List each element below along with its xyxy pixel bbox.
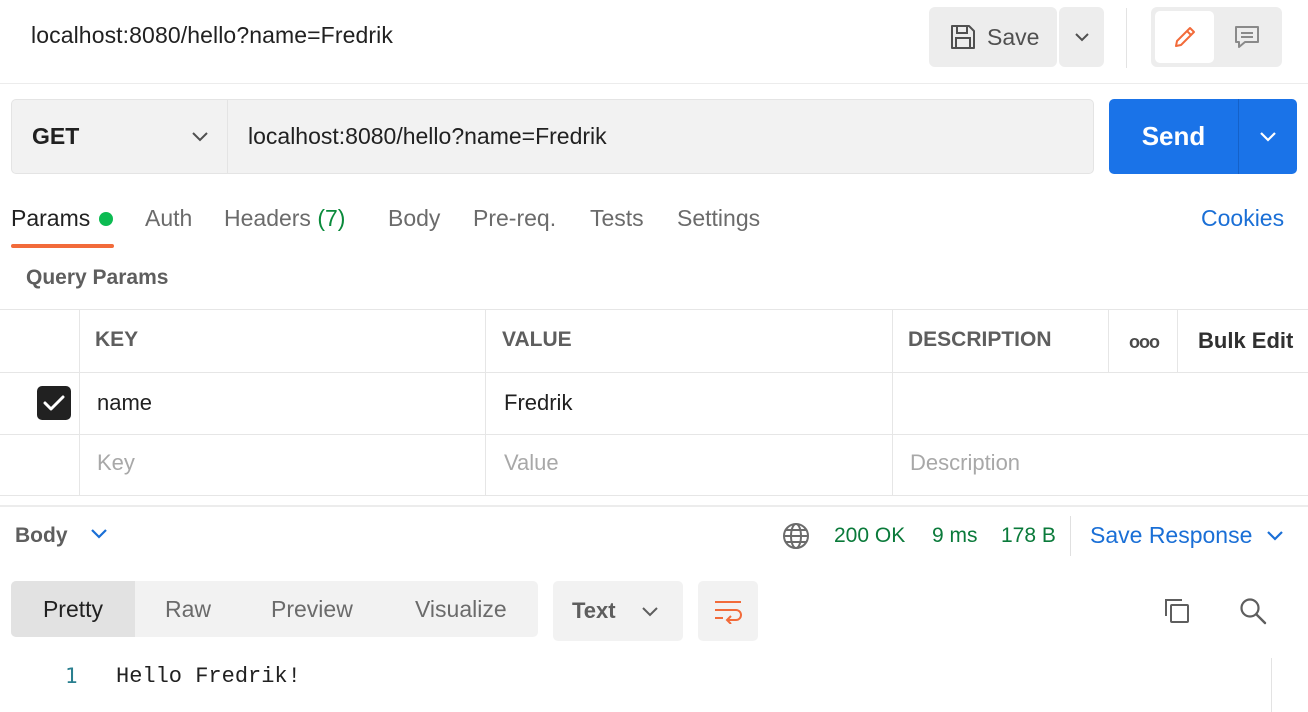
- params-indicator-dot: [99, 211, 114, 226]
- table-row-border: [0, 434, 1308, 435]
- new-value-input[interactable]: Value: [504, 450, 559, 476]
- response-pane-divider[interactable]: [0, 505, 1308, 507]
- tab-body[interactable]: Body: [388, 205, 440, 232]
- chevron-down-icon: [1074, 33, 1089, 42]
- chevron-down-icon: [642, 606, 658, 616]
- more-options-icon[interactable]: ooo: [1129, 332, 1160, 353]
- save-label: Save: [987, 23, 1040, 50]
- table-top-border: [0, 309, 1308, 310]
- toolbar-divider: [1126, 8, 1127, 68]
- tab-headers[interactable]: Headers (7): [224, 205, 345, 232]
- response-size[interactable]: 178 B: [1001, 524, 1056, 548]
- param-value-cell[interactable]: Fredrik: [504, 390, 572, 416]
- chevron-down-icon: [1260, 132, 1276, 142]
- edit-mode-button[interactable]: [1155, 11, 1214, 63]
- active-tab-underline: [11, 244, 114, 248]
- tab-settings[interactable]: Settings: [677, 205, 760, 232]
- headers-count-badge: (7): [317, 205, 346, 231]
- copy-icon[interactable]: [1162, 596, 1192, 626]
- param-enabled-checkbox[interactable]: [37, 386, 71, 420]
- header-divider: [0, 83, 1308, 84]
- column-header-value: VALUE: [502, 328, 572, 351]
- cookies-link[interactable]: Cookies: [1201, 205, 1284, 232]
- tab-prereq[interactable]: Pre-req.: [473, 205, 556, 232]
- response-toolbar-divider: [1070, 516, 1071, 556]
- method-select[interactable]: GET: [11, 99, 227, 174]
- view-tab-pretty[interactable]: Pretty: [11, 581, 135, 637]
- tab-params[interactable]: Params: [11, 205, 114, 232]
- method-label: GET: [32, 123, 80, 149]
- column-header-description: DESCRIPTION: [908, 328, 1052, 351]
- tab-headers-label: Headers: [224, 205, 311, 231]
- request-title[interactable]: localhost:8080/hello?name=Fredrik: [31, 22, 393, 49]
- column-header-key: KEY: [95, 328, 139, 351]
- tab-params-label: Params: [11, 205, 91, 231]
- column-divider: [485, 309, 486, 496]
- pencil-icon: [1174, 27, 1195, 47]
- code-line[interactable]: Hello Fredrik!: [116, 664, 301, 689]
- response-status[interactable]: 200 OK: [834, 524, 905, 548]
- view-tab-raw[interactable]: Raw: [165, 596, 211, 623]
- column-divider: [892, 309, 893, 496]
- comments-mode-button[interactable]: [1217, 11, 1276, 63]
- response-body-dropdown[interactable]: Body: [15, 524, 68, 548]
- search-icon[interactable]: [1238, 596, 1268, 626]
- save-button[interactable]: Save: [929, 7, 1057, 67]
- scrollbar-track[interactable]: [1271, 658, 1272, 712]
- save-response-button[interactable]: Save Response: [1090, 522, 1284, 549]
- wrap-lines-icon: [715, 601, 742, 624]
- column-divider: [1108, 309, 1109, 373]
- checkmark-icon: [43, 395, 65, 411]
- wrap-lines-button[interactable]: [698, 581, 758, 641]
- query-params-heading: Query Params: [26, 266, 169, 289]
- send-options-button[interactable]: [1238, 99, 1297, 174]
- globe-icon[interactable]: [782, 522, 810, 550]
- save-response-label: Save Response: [1090, 522, 1253, 548]
- response-time[interactable]: 9 ms: [932, 524, 978, 548]
- new-description-input[interactable]: Description: [910, 450, 1020, 476]
- comment-icon: [1234, 26, 1259, 48]
- bulk-edit-button[interactable]: Bulk Edit: [1198, 328, 1293, 354]
- chevron-down-icon: [192, 132, 208, 142]
- url-input[interactable]: localhost:8080/hello?name=Fredrik: [227, 99, 1094, 174]
- line-number: 1: [65, 664, 78, 688]
- view-tab-preview[interactable]: Preview: [271, 596, 353, 623]
- tab-auth[interactable]: Auth: [145, 205, 192, 232]
- send-button[interactable]: Send: [1109, 99, 1238, 174]
- chevron-down-icon: [1267, 530, 1284, 541]
- chevron-down-icon[interactable]: [90, 528, 108, 540]
- param-key-cell[interactable]: name: [97, 390, 152, 416]
- table-bottom-border: [0, 495, 1308, 496]
- save-icon: [951, 25, 975, 49]
- column-divider: [79, 309, 80, 496]
- view-tab-visualize[interactable]: Visualize: [415, 596, 507, 623]
- format-select[interactable]: Text: [553, 581, 683, 641]
- table-header-border: [0, 372, 1308, 373]
- column-divider: [1177, 309, 1178, 373]
- tab-tests[interactable]: Tests: [590, 205, 644, 232]
- save-options-button[interactable]: [1059, 7, 1104, 67]
- format-label: Text: [572, 598, 616, 623]
- new-key-input[interactable]: Key: [97, 450, 135, 476]
